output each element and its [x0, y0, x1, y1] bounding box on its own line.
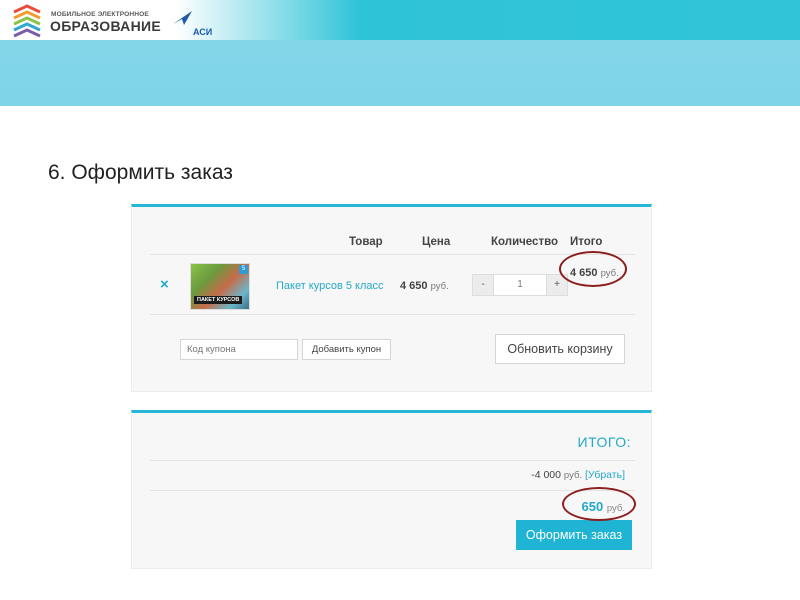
- divider: [150, 460, 635, 461]
- discount-currency: руб.: [563, 470, 583, 481]
- product-thumbnail[interactable]: 5 ПАКЕТ КУРСОВ: [190, 263, 250, 310]
- logo-title: ОБРАЗОВАНИЕ: [50, 18, 161, 34]
- asi-logo-icon: [173, 11, 192, 25]
- discount-value: -4 000: [531, 469, 561, 481]
- remove-coupon-link[interactable]: [Убрать]: [585, 469, 625, 481]
- quantity-input[interactable]: 1: [494, 274, 546, 296]
- logo-asi-text: АСИ: [193, 27, 213, 37]
- thumbnail-label: ПАКЕТ КУРСОВ: [194, 296, 243, 304]
- thumbnail-badge: 5: [239, 265, 248, 274]
- remove-item-icon[interactable]: ×: [160, 276, 169, 293]
- divider: [150, 254, 635, 255]
- column-total: Итого: [570, 236, 603, 248]
- column-quantity: Количество: [491, 236, 559, 248]
- logo[interactable]: МОБИЛЬНОЕ ЭЛЕКТРОННОЕ ОБРАЗОВАНИЕ АСИ: [10, 4, 213, 38]
- checkout-button[interactable]: Оформить заказ: [516, 520, 632, 550]
- product-name-link[interactable]: Пакет курсов 5 класс: [276, 280, 384, 292]
- logo-subtitle: МОБИЛЬНОЕ ЭЛЕКТРОННОЕ: [51, 11, 149, 18]
- cart-totals: ИТОГО: -4 000 руб. [Убрать] 650 руб. Офо…: [131, 410, 652, 569]
- logo-mark-icon: [13, 4, 41, 38]
- coupon-discount: -4 000 руб. [Убрать]: [531, 469, 625, 481]
- totals-heading: ИТОГО:: [577, 434, 631, 450]
- quantity-stepper[interactable]: - 1 +: [472, 274, 568, 296]
- update-cart-button[interactable]: Обновить корзину: [495, 334, 625, 364]
- step-title: 6. Оформить заказ: [48, 161, 233, 184]
- divider: [150, 314, 635, 315]
- column-price: Цена: [422, 236, 451, 248]
- product-price: 4 650 руб.: [400, 280, 449, 292]
- cart-table: Товар Цена Количество Итого × 5 ПАКЕТ КУ…: [131, 204, 652, 392]
- divider: [150, 490, 635, 491]
- header-banner: [0, 40, 800, 106]
- column-product: Товар: [349, 236, 383, 248]
- annotation-circle: [559, 251, 627, 287]
- quantity-decrease-button[interactable]: -: [472, 274, 494, 296]
- coupon-input[interactable]: [180, 339, 298, 360]
- annotation-circle: [562, 487, 636, 521]
- price-value: 4 650: [400, 280, 428, 292]
- price-currency: руб.: [430, 281, 449, 292]
- apply-coupon-button[interactable]: Добавить купон: [302, 339, 391, 360]
